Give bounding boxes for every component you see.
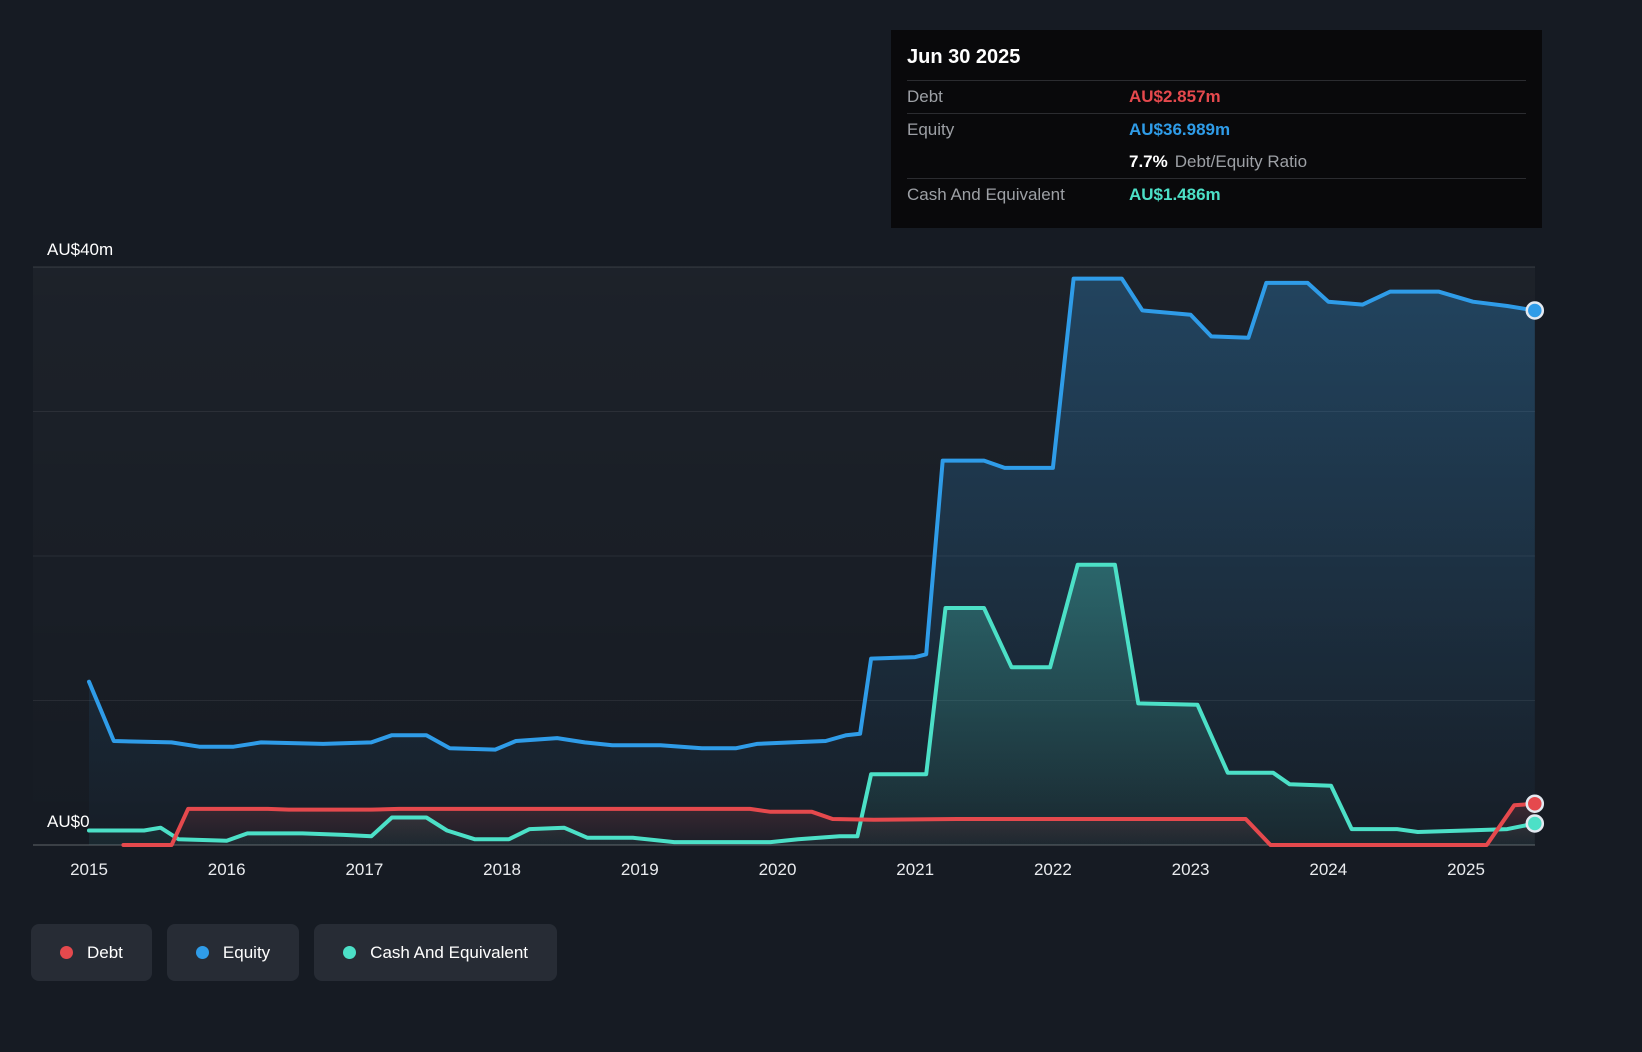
tooltip-ratio-label: Debt/Equity Ratio bbox=[1174, 152, 1308, 171]
tooltip-debt-label: Debt bbox=[907, 87, 943, 106]
debt-end-marker[interactable] bbox=[1525, 794, 1545, 813]
legend-item-debt[interactable]: Debt bbox=[31, 924, 152, 981]
tooltip-equity-value: AU$36.989m bbox=[1129, 120, 1231, 139]
equity-dot-icon bbox=[195, 946, 209, 959]
legend-cash-label: Cash And Equivalent bbox=[370, 942, 529, 962]
tooltip-cash-label: Cash And Equivalent bbox=[907, 185, 1065, 204]
tooltip-row-equity: Equity AU$36.989m bbox=[907, 113, 1526, 146]
cash-and-equivalent-end-marker[interactable] bbox=[1525, 814, 1545, 833]
equity-end-marker[interactable] bbox=[1525, 301, 1545, 320]
legend-debt-label: Debt bbox=[87, 942, 123, 962]
debt-equity-history-chart: AU$40m AU$0 2015 2016 2017 2018 2019 2020 2021… bbox=[0, 0, 1642, 1052]
y-axis-max-label: AU$40m bbox=[47, 240, 114, 259]
legend-item-equity[interactable]: Equity bbox=[166, 924, 300, 981]
legend: Debt Equity Cash And Equivalent bbox=[31, 924, 558, 981]
tooltip: Jun 30 2025 Debt AU$2.857m Equity AU$36.… bbox=[891, 30, 1542, 228]
tooltip-row-ratio: 7.7% Debt/Equity Ratio bbox=[907, 146, 1526, 178]
y-axis-zero-label: AU$0 bbox=[47, 812, 90, 831]
legend-item-cash[interactable]: Cash And Equivalent bbox=[314, 924, 558, 981]
debt-dot-icon bbox=[60, 946, 73, 959]
tooltip-equity-label: Equity bbox=[907, 120, 955, 139]
tooltip-date: Jun 30 2025 bbox=[907, 46, 1021, 68]
tooltip-ratio-value: 7.7% bbox=[1129, 152, 1168, 171]
tooltip-row-cash: Cash And Equivalent AU$1.486m bbox=[907, 178, 1526, 211]
tooltip-row-debt: Debt AU$2.857m bbox=[907, 80, 1526, 113]
cash-dot-icon bbox=[343, 946, 357, 959]
tooltip-cash-value: AU$1.486m bbox=[1129, 185, 1221, 204]
tooltip-debt-value: AU$2.857m bbox=[1129, 87, 1221, 106]
legend-equity-label: Equity bbox=[222, 942, 271, 962]
